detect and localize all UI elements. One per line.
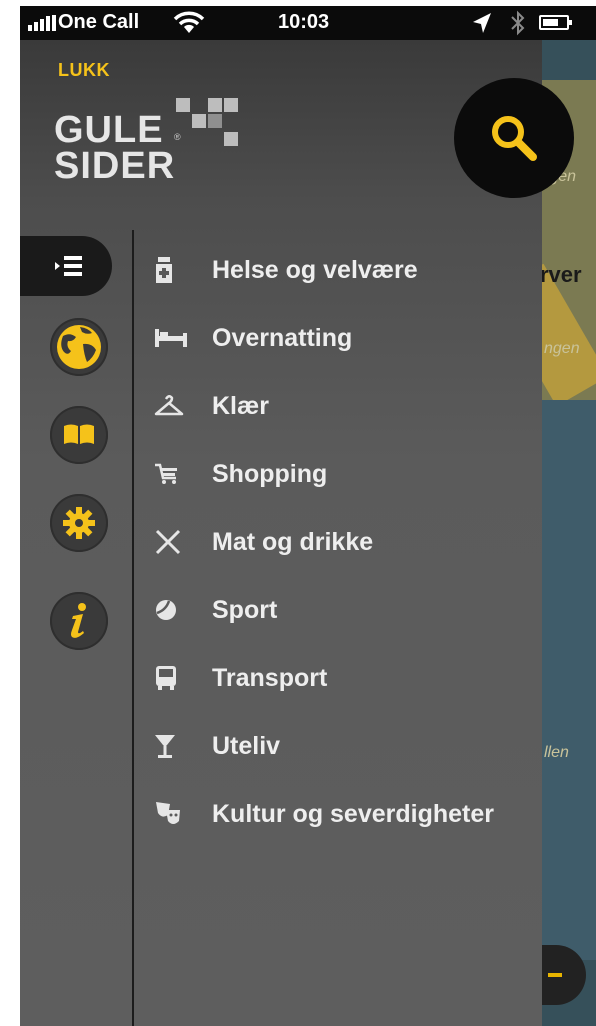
settings-button[interactable] — [50, 494, 108, 552]
category-item-transport[interactable]: Transport — [150, 644, 540, 712]
gear-icon — [63, 507, 95, 539]
category-item-kultur[interactable]: Kultur og severdigheter — [150, 780, 540, 848]
theater-masks-icon — [156, 802, 180, 824]
side-drawer: LUKK GULE SIDER ® Helse og velvære Overn… — [20, 40, 574, 1026]
list-icon — [55, 256, 82, 276]
category-label: Shopping — [212, 459, 328, 488]
hanger-icon — [154, 395, 184, 416]
cocktail-glass-icon — [155, 735, 175, 758]
category-item-mat[interactable]: Mat og drikke — [150, 508, 540, 576]
medicine-bottle-icon — [156, 257, 172, 283]
carrier-name: One Call — [58, 11, 140, 33]
signal-icon — [28, 15, 56, 31]
category-item-shopping[interactable]: Shopping — [150, 440, 540, 508]
category-label: Klær — [212, 391, 269, 420]
logo-word-2: SIDER — [54, 145, 176, 187]
info-button[interactable] — [50, 592, 108, 650]
status-bar: One Call 10:03 — [20, 6, 596, 40]
app-screen: One Call 10:03 rgen rver ngen llen LUKK — [20, 6, 596, 1026]
map-label: ngen — [544, 340, 580, 357]
category-label: Sport — [212, 595, 278, 624]
bed-icon — [155, 329, 187, 347]
category-label: Overnatting — [212, 323, 353, 352]
list-view-button[interactable] — [20, 236, 112, 296]
category-label: Kultur og severdigheter — [212, 799, 494, 828]
bluetooth-icon — [510, 10, 526, 42]
info-icon — [71, 603, 86, 638]
rail-divider — [132, 230, 134, 1026]
bus-icon — [156, 666, 176, 690]
globe-icon — [57, 325, 101, 369]
map-label: llen — [544, 744, 569, 761]
category-item-klaer[interactable]: Klær — [150, 372, 540, 440]
logo-word-1: GULE — [54, 109, 164, 151]
category-item-uteliv[interactable]: Uteliv — [150, 712, 540, 780]
close-button[interactable]: LUKK — [58, 60, 110, 81]
category-list: Helse og velvære Overnatting Klær Shoppi… — [150, 236, 540, 848]
search-icon — [492, 116, 537, 161]
location-arrow-icon — [472, 12, 492, 40]
battery-icon — [539, 15, 572, 30]
category-item-sport[interactable]: Sport — [150, 576, 540, 644]
ball-icon — [156, 600, 176, 620]
map-globe-button[interactable] — [50, 318, 108, 376]
map-view[interactable]: rgen rver ngen llen — [540, 40, 596, 1026]
gule-sider-logo: GULE SIDER ® — [54, 92, 244, 202]
category-item-helse[interactable]: Helse og velvære — [150, 236, 540, 304]
book-button[interactable] — [50, 406, 108, 464]
wifi-icon — [172, 8, 206, 42]
status-time: 10:03 — [278, 11, 330, 33]
book-icon — [64, 424, 94, 444]
category-label: Uteliv — [212, 731, 281, 760]
map-water — [540, 400, 596, 960]
cutlery-icon — [155, 529, 181, 555]
search-button[interactable] — [454, 78, 574, 198]
category-label: Helse og velvære — [212, 255, 418, 284]
category-label: Mat og drikke — [212, 527, 374, 556]
category-item-overnatting[interactable]: Overnatting — [150, 304, 540, 372]
category-label: Transport — [212, 663, 328, 692]
shopping-cart-icon — [155, 463, 177, 484]
map-label: rver — [540, 262, 582, 287]
